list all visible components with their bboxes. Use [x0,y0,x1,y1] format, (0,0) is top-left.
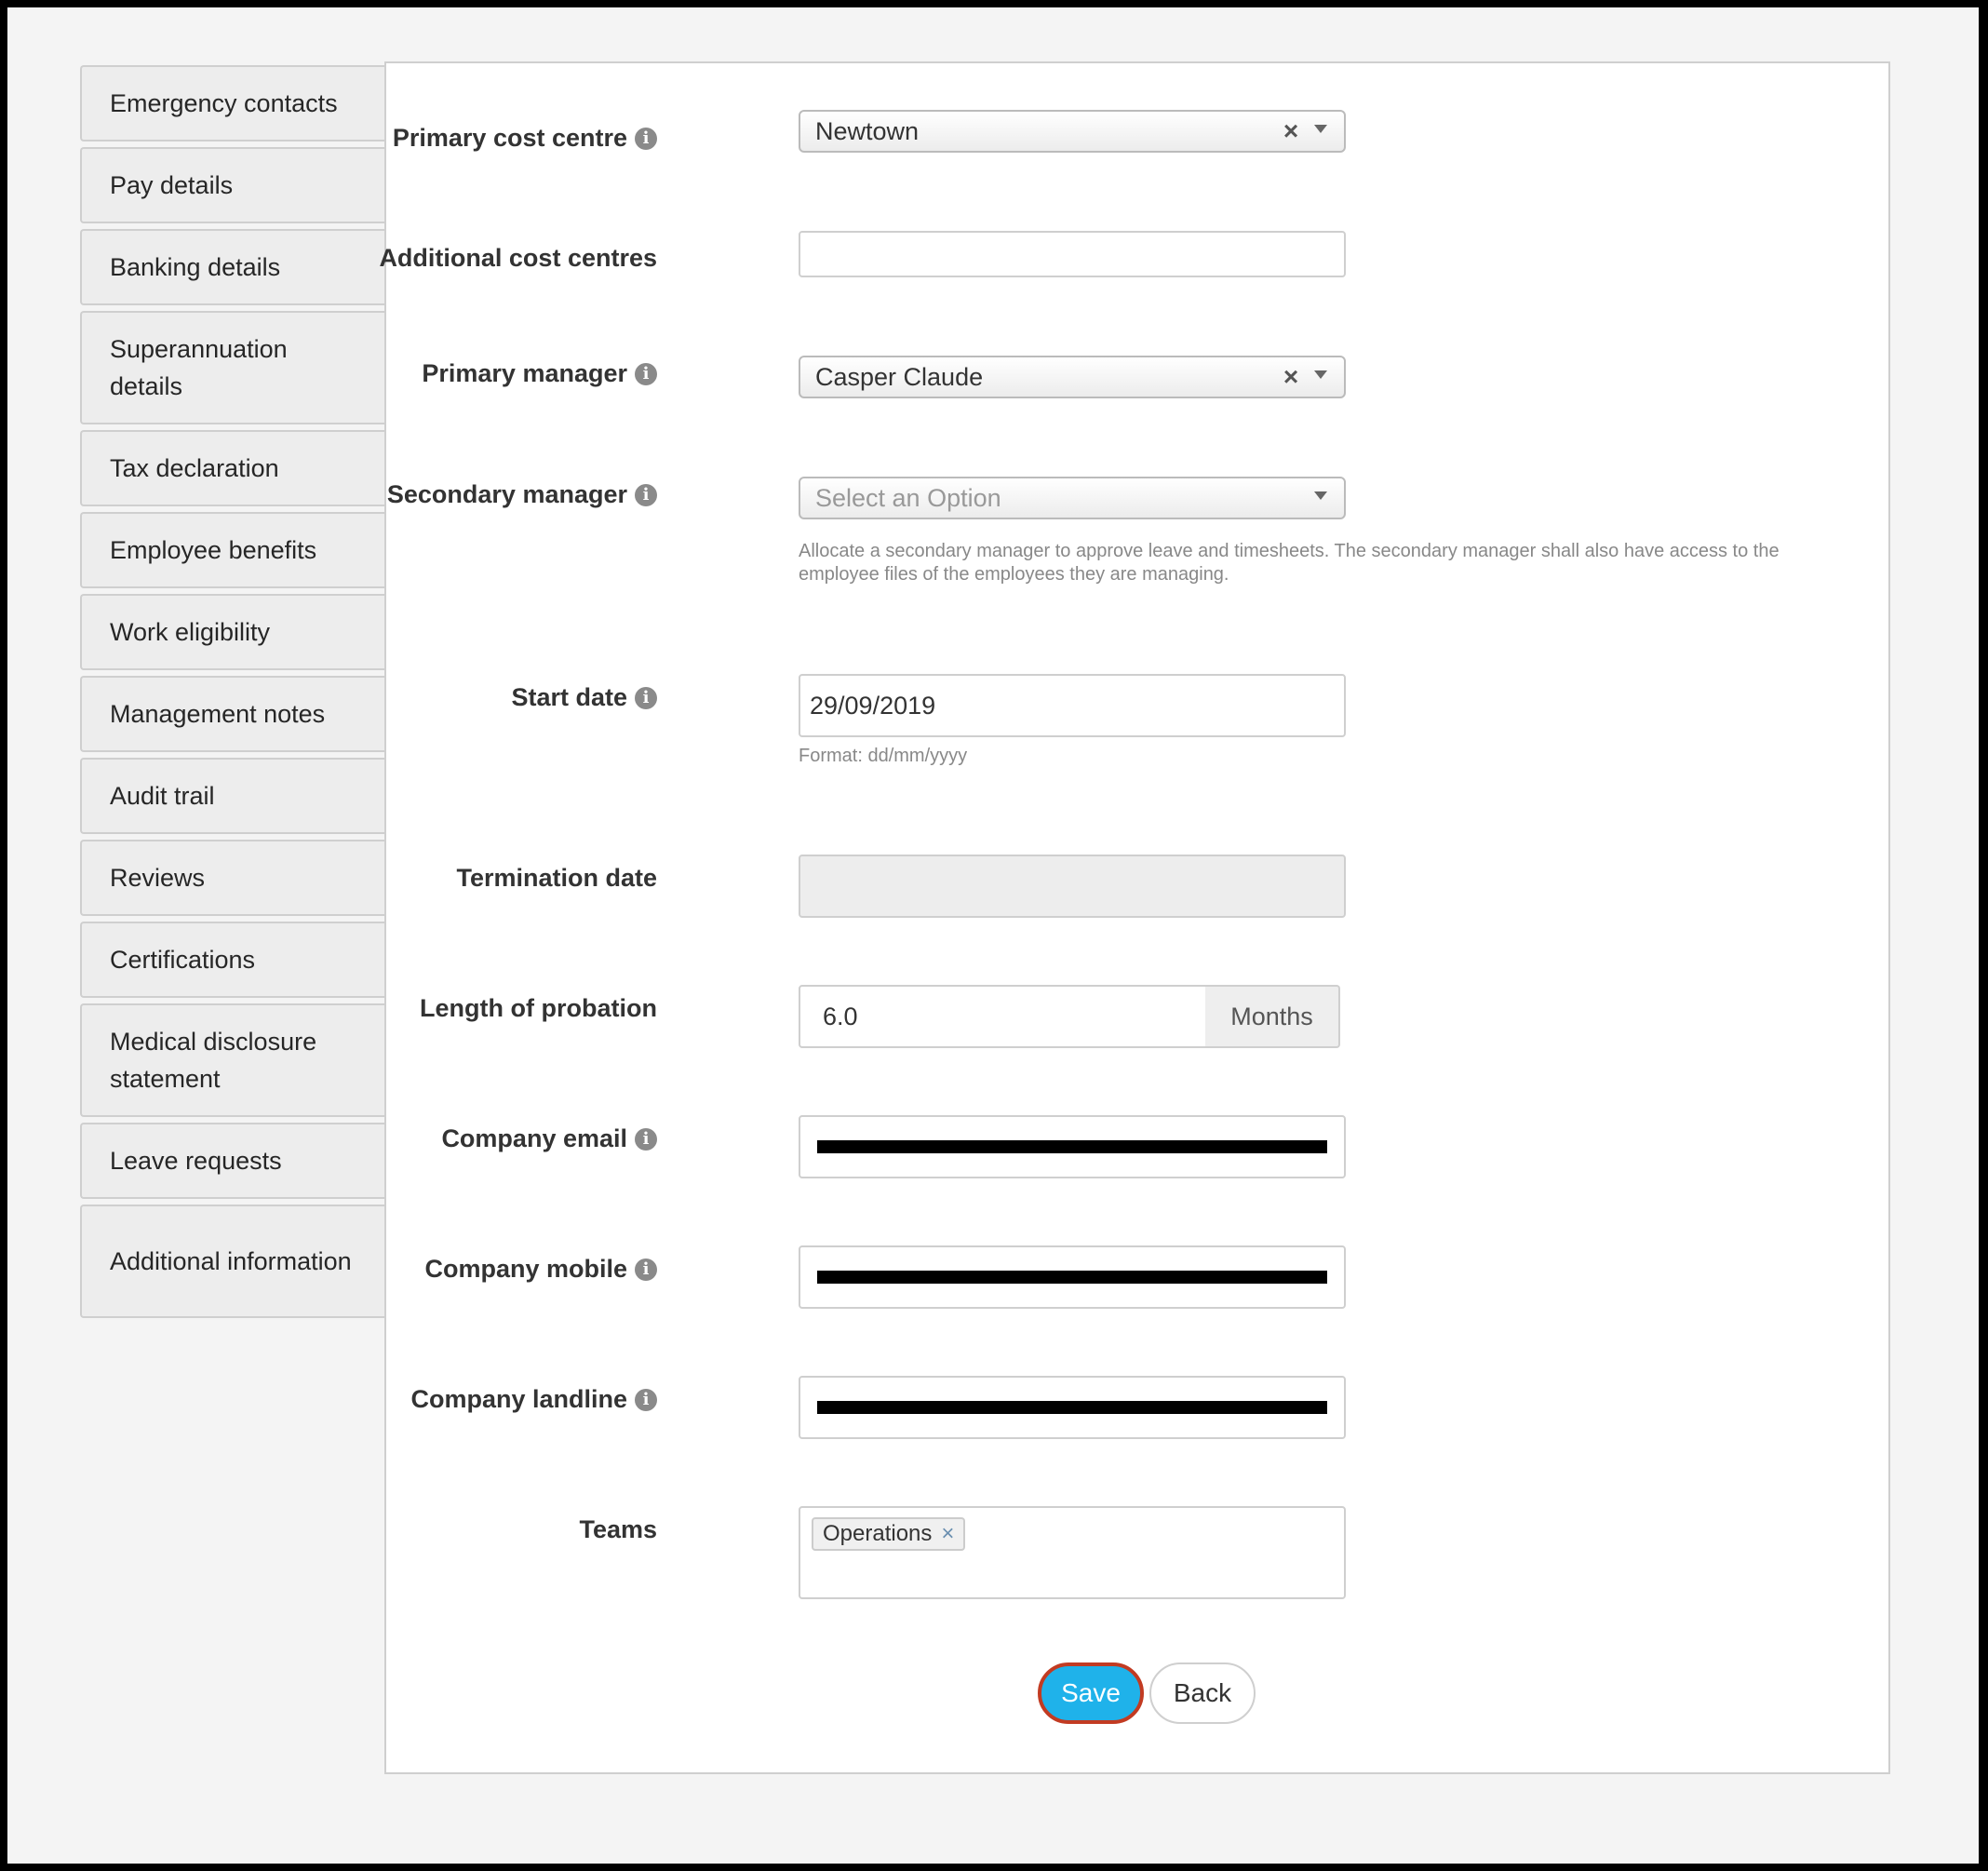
employment-form-panel: Primary cost centre i Newtown × Addition… [379,61,1890,1774]
sidebar-item-label: Superannuation details [110,335,288,400]
sidebar-item-management-notes[interactable]: Management notes [80,676,386,752]
company-email-input[interactable] [799,1115,1346,1178]
app-frame: Emergency contacts Pay details Banking d… [7,7,1979,1864]
secondary-manager-placeholder: Select an Option [815,483,1001,512]
info-icon[interactable]: i [635,127,657,150]
sidebar-item-label: Medical disclosure statement [110,1028,317,1093]
secondary-manager-label: Secondary manager i [387,480,657,509]
info-icon[interactable]: i [635,1258,657,1281]
company-landline-input[interactable] [799,1376,1346,1439]
chevron-down-icon [1314,370,1327,379]
info-icon[interactable]: i [635,686,657,709]
company-email-label: Company email i [441,1124,657,1153]
sidebar-item-label: Additional information [110,1247,352,1275]
primary-manager-label: Primary manager i [422,359,657,388]
sidebar-item-emergency-contacts[interactable]: Emergency contacts [80,65,386,141]
redaction-bar [817,1401,1327,1414]
secondary-manager-select[interactable]: Select an Option [799,477,1346,519]
info-icon[interactable]: i [635,1127,657,1151]
team-chip: Operations × [812,1517,966,1551]
sidebar-item-additional-information[interactable]: Additional information [80,1205,386,1318]
sidebar-item-label: Tax declaration [110,454,279,482]
start-date-input[interactable]: 29/09/2019 [799,674,1346,737]
secondary-manager-help: Allocate a secondary manager to approve … [799,541,1780,585]
info-icon[interactable]: i [635,362,657,385]
sidebar-item-label: Audit trail [110,782,215,810]
chevron-down-icon [1314,491,1327,500]
team-chip-label: Operations [823,1521,933,1546]
sidebar-item-certifications[interactable]: Certifications [80,922,386,998]
teams-multiselect[interactable]: Operations × [799,1506,1346,1599]
sidebar-item-medical-disclosure-statement[interactable]: Medical disclosure statement [80,1003,386,1117]
close-icon[interactable]: × [941,1521,954,1547]
sidebar-item-label: Certifications [110,946,256,974]
company-mobile-label: Company mobile i [424,1255,657,1284]
probation-length-input[interactable]: 6.0 [799,985,1208,1048]
sidebar-item-label: Work eligibility [110,618,271,646]
teams-label: Teams [579,1515,657,1543]
info-icon[interactable]: i [635,1388,657,1411]
sidebar-item-superannuation-details[interactable]: Superannuation details [80,311,386,424]
start-date-value: 29/09/2019 [810,691,936,720]
primary-manager-value: Casper Claude [815,362,984,391]
sidebar-item-label: Management notes [110,700,326,728]
info-icon[interactable]: i [635,483,657,506]
termination-date-input [799,855,1346,918]
sidebar-item-leave-requests[interactable]: Leave requests [80,1123,386,1199]
company-landline-label: Company landline i [410,1385,657,1414]
sidebar-item-label: Banking details [110,253,281,281]
company-mobile-input[interactable] [799,1245,1346,1309]
sidebar-item-label: Leave requests [110,1147,282,1175]
probation-unit-addon: Months [1205,985,1340,1048]
additional-cost-centres-label: Additional cost centres [379,244,657,272]
primary-cost-centre-select[interactable]: Newtown × [799,110,1346,153]
primary-manager-select[interactable]: Casper Claude × [799,356,1346,398]
sidebar-item-reviews[interactable]: Reviews [80,840,386,916]
clear-icon[interactable]: × [1277,116,1305,146]
sidebar-item-audit-trail[interactable]: Audit trail [80,758,386,834]
primary-cost-centre-value: Newtown [815,116,920,145]
redaction-bar [817,1140,1327,1153]
sidebar-item-tax-declaration[interactable]: Tax declaration [80,430,386,506]
sidebar-item-label: Employee benefits [110,536,317,564]
sidebar-item-label: Emergency contacts [110,89,338,117]
sidebar-item-pay-details[interactable]: Pay details [80,147,386,223]
back-button[interactable]: Back [1149,1662,1256,1724]
probation-length-value: 6.0 [823,1002,858,1030]
sidebar-item-label: Pay details [110,171,234,199]
termination-date-label: Termination date [456,864,657,892]
start-date-format-hint: Format: dd/mm/yyyy [799,746,968,766]
chevron-down-icon [1314,124,1327,133]
length-of-probation-label: Length of probation [420,994,657,1022]
sidebar-item-work-eligibility[interactable]: Work eligibility [80,594,386,670]
additional-cost-centres-input[interactable] [799,231,1346,277]
start-date-label: Start date i [511,683,657,712]
sidebar-item-employee-benefits[interactable]: Employee benefits [80,512,386,588]
save-button[interactable]: Save [1038,1662,1144,1724]
primary-cost-centre-label: Primary cost centre i [393,124,657,153]
redaction-bar [817,1271,1327,1284]
sidebar-item-label: Reviews [110,864,206,892]
sidebar-item-banking-details[interactable]: Banking details [80,229,386,305]
clear-icon[interactable]: × [1277,362,1305,392]
